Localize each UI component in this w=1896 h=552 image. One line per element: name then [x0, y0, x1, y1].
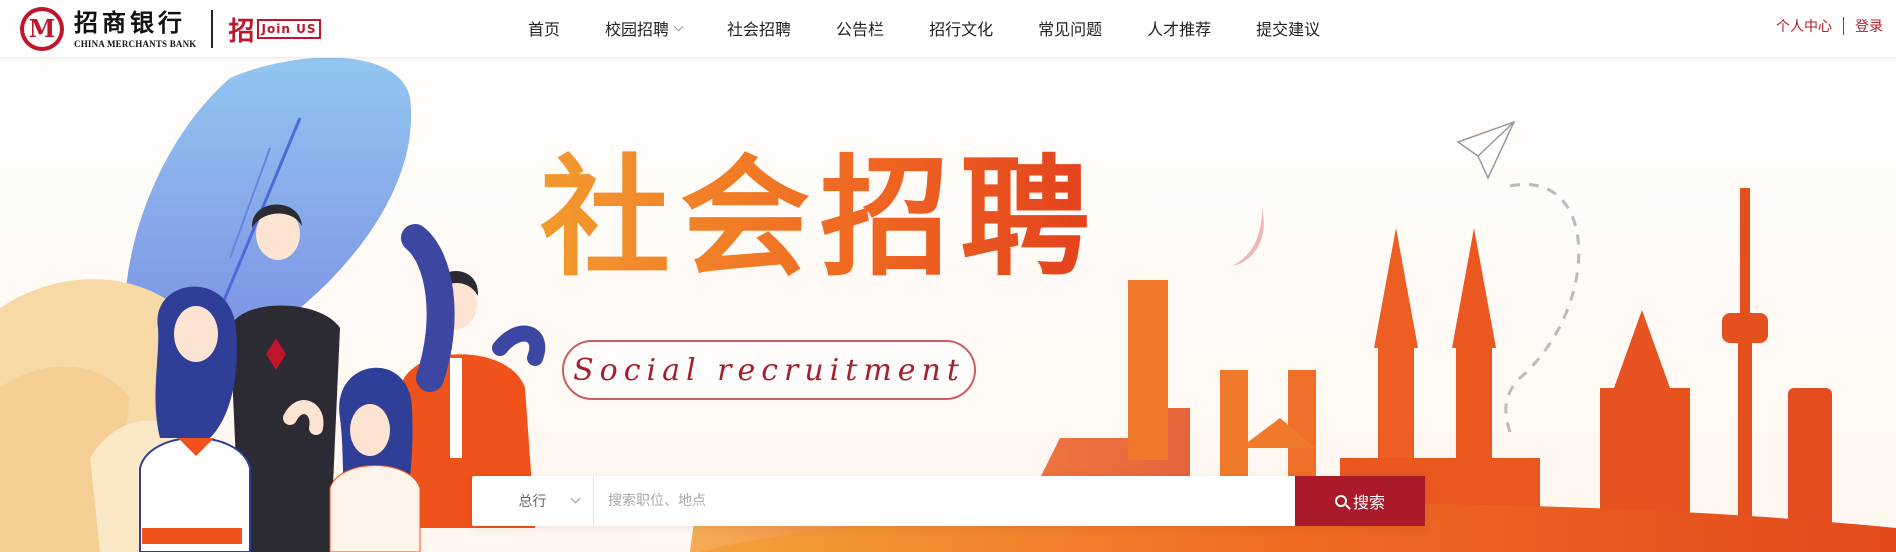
nav-item-label: 首页 — [528, 20, 561, 39]
user-links: 个人中心 登录 — [1776, 16, 1883, 36]
bank-name-en: CHINA MERCHANTS BANK — [74, 39, 197, 49]
banner-subtitle-text: Social recruitment — [573, 352, 965, 388]
personal-center-link[interactable]: 个人中心 — [1776, 16, 1832, 36]
search-input[interactable] — [594, 476, 1295, 526]
logo-divider — [210, 10, 213, 48]
bank-logo[interactable]: M 招商银行 CHINA MERCHANTS BANK 招 Join US — [20, 4, 322, 54]
logo-text: 招商银行 CHINA MERCHANTS BANK — [74, 8, 197, 50]
chevron-down-icon — [570, 493, 581, 504]
nav-item-label: 提交建议 — [1256, 20, 1321, 39]
nav-item-label: 公告栏 — [836, 20, 885, 39]
nav-item-label: 社会招聘 — [727, 20, 792, 39]
search-scope-value: 总行 — [518, 494, 547, 510]
moon-icon — [1232, 208, 1264, 266]
search-icon — [1334, 495, 1347, 507]
chevron-down-icon — [673, 21, 684, 31]
nav-item-social[interactable]: 社会招聘 — [727, 16, 791, 40]
nav-item-label: 人才推荐 — [1147, 20, 1212, 39]
logo-mark-letter: M — [28, 14, 56, 43]
search-button-label: 搜索 — [1352, 493, 1385, 512]
main-nav: 首页 校园招聘 社会招聘 公告栏 招行文化 常见问题 人才推荐 提交建议 — [528, 0, 1365, 56]
join-us-tag: Join US — [256, 19, 322, 39]
nav-item-notices[interactable]: 公告栏 — [836, 16, 884, 40]
nav-item-home[interactable]: 首页 — [528, 16, 560, 40]
nav-item-culture[interactable]: 招行文化 — [929, 16, 993, 40]
site-header: M 招商银行 CHINA MERCHANTS BANK 招 Join US 首页… — [0, 0, 1896, 58]
banner-subtitle: Social recruitment — [562, 340, 976, 400]
nav-item-label: 校园招聘 — [605, 20, 670, 39]
job-search-bar: 总行 搜索 — [472, 476, 1425, 526]
nav-item-campus[interactable]: 校园招聘 — [605, 16, 684, 40]
banner-title: 社会招聘 — [540, 138, 1100, 298]
search-button[interactable]: 搜索 — [1295, 476, 1425, 526]
bank-logo-mark-icon: M — [20, 7, 64, 51]
bank-name-cn: 招商银行 — [74, 8, 186, 37]
nav-item-label: 招行文化 — [929, 20, 994, 39]
nav-item-faq[interactable]: 常见问题 — [1038, 16, 1102, 40]
nav-item-suggestions[interactable]: 提交建议 — [1256, 16, 1320, 40]
search-scope-select[interactable]: 总行 — [472, 476, 594, 526]
join-us-char: 招 — [228, 16, 255, 47]
nav-item-label: 常见问题 — [1038, 20, 1103, 39]
nav-item-referral[interactable]: 人才推荐 — [1147, 16, 1211, 40]
join-us-logo: 招 Join US — [229, 11, 322, 48]
login-link[interactable]: 登录 — [1855, 16, 1883, 36]
user-links-divider — [1843, 17, 1844, 35]
